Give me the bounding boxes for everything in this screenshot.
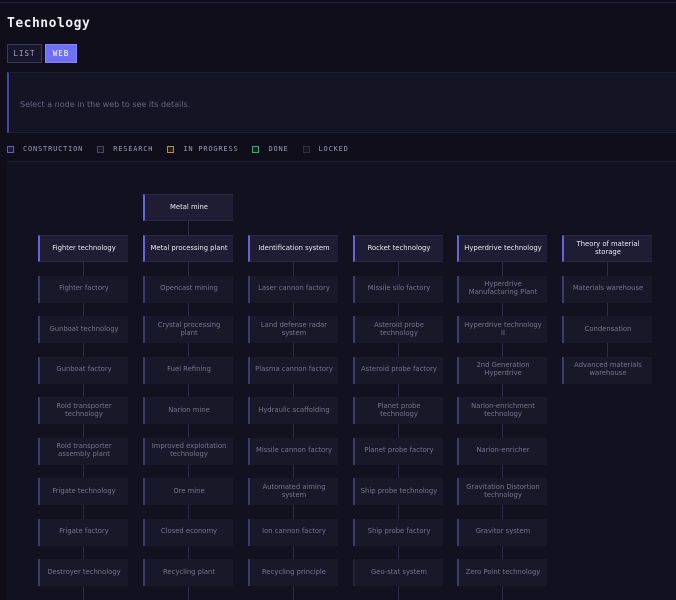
node-rocket-technology[interactable]: Rocket technology — [353, 235, 443, 262]
top-divider — [0, 2, 676, 3]
done-swatch — [252, 145, 260, 153]
node-fighter-factory[interactable]: Fighter factory — [38, 275, 128, 303]
node-frigate-technology[interactable]: Frigate technology — [38, 478, 128, 505]
node-asteroid-probe-technology[interactable]: Asteroid probe technology — [353, 316, 443, 343]
legend-done: DONE — [252, 145, 288, 153]
node-plasma-cannon-factory[interactable]: Plasma cannon factory — [248, 356, 338, 384]
node-hyperdrive-manufacturing-plant[interactable]: Hyperdrive Manufacturing Plant — [457, 275, 547, 303]
web-connector — [188, 221, 189, 235]
tech-web: Metal mine Fighter technology Fighter fact… — [7, 161, 676, 600]
node-roid-transporter-assembly-plant[interactable]: Roid transporter assembly plant — [38, 437, 128, 465]
node-land-defense-radar-system[interactable]: Land defense radar system — [248, 316, 338, 343]
node-recycling-plant[interactable]: Recycling plant — [143, 559, 233, 586]
node-metal-processing-plant[interactable]: Metal processing plant — [143, 235, 233, 262]
node-condensation[interactable]: Condensation — [562, 316, 652, 343]
node-metal-mine[interactable]: Metal mine — [143, 194, 233, 221]
node-roid-transporter-technology[interactable]: Roid transporter technology — [38, 397, 128, 424]
node-closed-economy[interactable]: Closed economy — [143, 518, 233, 546]
node-frigate-factory[interactable]: Frigate factory — [38, 518, 128, 546]
node-ore-mine[interactable]: Ore mine — [143, 478, 233, 505]
node-materials-warehouse[interactable]: Materials warehouse — [562, 275, 652, 303]
legend-label: LOCKED — [318, 145, 349, 153]
page-title: Technology — [7, 16, 91, 31]
node-narion-enricher[interactable]: Narion-enricher — [457, 437, 547, 465]
legend-locked: LOCKED — [302, 145, 349, 153]
node-advanced-materials-warehouse[interactable]: Advanced materials warehouse — [562, 356, 652, 384]
node-hyperdrive-technology[interactable]: Hyperdrive technology — [457, 235, 547, 262]
list-view-button[interactable]: LIST — [7, 44, 42, 63]
node-narion-mine[interactable]: Narion mine — [143, 397, 233, 424]
node-fuel-refining[interactable]: Fuel Refining — [143, 356, 233, 384]
node-crystal-processing-plant[interactable]: Crystal processing plant — [143, 316, 233, 343]
node-planet-probe-factory[interactable]: Planet probe factory — [353, 437, 443, 465]
node-gunboat-technology[interactable]: Gunboat technology — [38, 316, 128, 343]
node-geo-stat-system[interactable]: Geo-stat system — [353, 559, 443, 586]
web-connector — [293, 262, 294, 600]
node-2nd-generation-hyperdrive[interactable]: 2nd Generation Hyperdrive — [457, 356, 547, 384]
node-gravitation-distortion-technology[interactable]: Gravitation Distortion technology — [457, 478, 547, 505]
node-missile-cannon-factory[interactable]: Missile cannon factory — [248, 437, 338, 465]
node-gravitor-system[interactable]: Gravitor system — [457, 518, 547, 546]
node-automated-aiming-system[interactable]: Automated aiming system — [248, 478, 338, 505]
node-missile-silo-factory[interactable]: Missile silo factory — [353, 275, 443, 303]
node-fighter-technology[interactable]: Fighter technology — [38, 235, 128, 262]
node-hyperdrive-technology-ii[interactable]: Hyperdrive technology II — [457, 316, 547, 343]
node-asteroid-probe-factory[interactable]: Asteroid probe factory — [353, 356, 443, 384]
locked-swatch — [302, 145, 310, 153]
legend-research: RESEARCH — [97, 145, 153, 153]
web-view-button[interactable]: WEB — [45, 44, 77, 63]
node-ion-cannon-factory[interactable]: Ion cannon factory — [248, 518, 338, 546]
node-opencast-mining[interactable]: Opencast mining — [143, 275, 233, 303]
legend-construction: CONSTRUCTION — [7, 145, 83, 153]
details-panel: Select a node in the web to see its deta… — [7, 72, 676, 133]
node-ship-probe-factory[interactable]: Ship probe factory — [353, 518, 443, 546]
research-swatch — [97, 145, 105, 153]
legend: CONSTRUCTION RESEARCH IN PROGRESS DONE L… — [7, 143, 363, 155]
node-ship-probe-technology[interactable]: Ship probe technology — [353, 478, 443, 505]
node-gunboat-factory[interactable]: Gunboat factory — [38, 356, 128, 384]
node-laser-cannon-factory[interactable]: Laser cannon factory — [248, 275, 338, 303]
web-connector — [188, 262, 189, 600]
node-zero-point-technology[interactable]: Zero Point technology — [457, 559, 547, 586]
legend-label: CONSTRUCTION — [23, 145, 84, 153]
node-identification-system[interactable]: Identification system — [248, 235, 338, 262]
node-planet-probe-technology[interactable]: Planet probe technology — [353, 397, 443, 424]
node-hydraulic-scaffolding[interactable]: Hydraulic scaffolding — [248, 397, 338, 424]
construction-swatch — [7, 145, 14, 153]
legend-in-progress: IN PROGRESS — [167, 145, 238, 153]
web-connector — [398, 262, 399, 600]
web-connector — [502, 262, 503, 600]
node-theory-of-material-storage[interactable]: Theory of material storage — [562, 235, 652, 262]
node-narion-enrichment-technology[interactable]: Narion-enrichment technology — [457, 397, 547, 424]
node-destroyer-technology[interactable]: Destroyer technology — [38, 559, 128, 586]
legend-label: RESEARCH — [113, 145, 154, 153]
in-progress-swatch — [167, 145, 175, 153]
web-connector — [83, 262, 84, 600]
details-placeholder: Select a node in the web to see its deta… — [20, 100, 191, 109]
legend-label: DONE — [268, 145, 289, 153]
node-recycling-principle[interactable]: Recycling principle — [248, 559, 338, 586]
node-improved-exploitation-technology[interactable]: Improved exploitation technology — [143, 437, 233, 465]
legend-label: IN PROGRESS — [183, 145, 239, 153]
